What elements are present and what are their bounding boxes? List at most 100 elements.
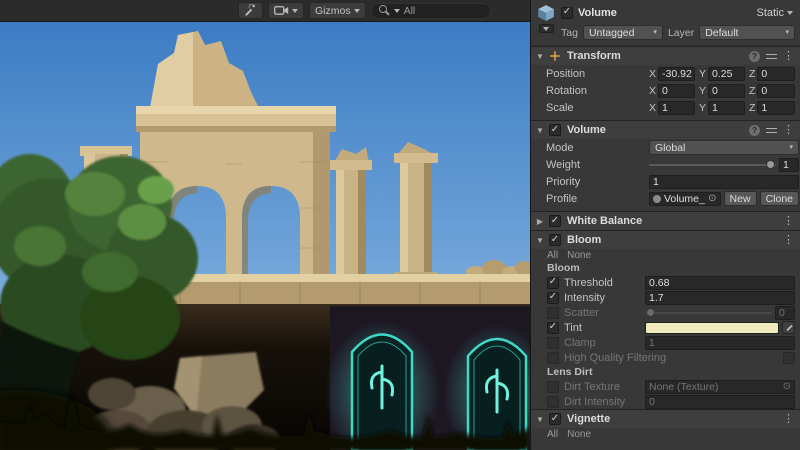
threshold-row: ✓ Threshold 0.68 bbox=[531, 275, 800, 290]
gameobject-header: ✓ Volume Static Tag Untagged ▾ Layer bbox=[531, 0, 800, 46]
kebab-menu-icon[interactable]: ⋮ bbox=[783, 414, 794, 425]
scale-z-field[interactable]: 1 bbox=[757, 101, 795, 115]
search-icon bbox=[379, 5, 390, 16]
kebab-menu-icon[interactable]: ⋮ bbox=[783, 51, 794, 62]
hqf-override-checkbox[interactable] bbox=[547, 352, 559, 364]
search-value: All bbox=[404, 5, 416, 17]
dropdown-arrow-icon bbox=[543, 27, 549, 31]
scatter-override-checkbox[interactable] bbox=[547, 307, 559, 319]
transform-row-rotation: Rotation X0 Y0 Z0 bbox=[531, 82, 800, 99]
position-x-field[interactable]: -30.92 bbox=[658, 67, 695, 81]
help-icon[interactable]: ? bbox=[749, 51, 760, 62]
bloom-section-label: Bloom bbox=[531, 261, 800, 275]
tools-button[interactable] bbox=[238, 2, 263, 19]
bloom-header[interactable]: ▼ ✓ Bloom ⋮ bbox=[531, 230, 800, 249]
camera-view-button[interactable] bbox=[268, 2, 304, 19]
rotation-y-field[interactable]: 0 bbox=[708, 84, 745, 98]
transform-header[interactable]: ▼ Transform ? ⋮ bbox=[531, 46, 800, 65]
dropdown-arrow-icon bbox=[354, 9, 360, 13]
object-picker-icon[interactable]: ⊙ bbox=[708, 194, 716, 204]
bloom-allnone: All None bbox=[531, 249, 800, 261]
hqf-value-checkbox bbox=[783, 352, 795, 364]
foldout-open-icon[interactable]: ▼ bbox=[535, 126, 545, 135]
gizmos-dropdown[interactable]: Gizmos bbox=[309, 2, 366, 19]
weight-field[interactable]: 1 bbox=[779, 158, 799, 172]
dirt-texture-override-checkbox[interactable] bbox=[547, 381, 559, 393]
foldout-open-icon[interactable]: ▼ bbox=[535, 415, 545, 424]
tint-override-checkbox[interactable]: ✓ bbox=[547, 322, 559, 334]
lens-dirt-section-label: Lens Dirt bbox=[531, 365, 800, 379]
eyedropper-icon[interactable] bbox=[782, 321, 795, 334]
clone-button[interactable]: Clone bbox=[760, 191, 799, 206]
new-button[interactable]: New bbox=[724, 191, 757, 206]
mode-row: Mode Global ▾ bbox=[531, 139, 800, 156]
scale-x-field[interactable]: 1 bbox=[658, 101, 695, 115]
kebab-menu-icon[interactable]: ⋮ bbox=[783, 235, 794, 246]
intensity-field[interactable]: 1.7 bbox=[645, 291, 795, 305]
transform-row-scale: Scale X1 Y1 Z1 bbox=[531, 99, 800, 116]
rotation-z-field[interactable]: 0 bbox=[757, 84, 795, 98]
rotation-x-field[interactable]: 0 bbox=[658, 84, 695, 98]
volume-enabled-checkbox[interactable]: ✓ bbox=[549, 124, 561, 136]
volume-component-header[interactable]: ▼ ✓ Volume ? ⋮ bbox=[531, 120, 800, 139]
scene-search-field[interactable]: All bbox=[371, 3, 491, 19]
presets-icon[interactable] bbox=[766, 125, 777, 136]
scatter-row: Scatter 0 bbox=[531, 305, 800, 320]
none-button[interactable]: None bbox=[567, 429, 591, 440]
active-checkbox[interactable]: ✓ bbox=[561, 7, 573, 19]
help-icon[interactable]: ? bbox=[749, 125, 760, 136]
icon-select-dropdown[interactable] bbox=[539, 24, 554, 33]
hqf-row: High Quality Filtering bbox=[531, 350, 800, 365]
presets-icon[interactable] bbox=[766, 51, 777, 62]
clamp-override-checkbox[interactable] bbox=[547, 337, 559, 349]
tag-label: Tag bbox=[561, 27, 578, 39]
bloom-checkbox[interactable]: ✓ bbox=[549, 234, 561, 246]
weight-slider[interactable] bbox=[649, 159, 776, 171]
static-dropdown[interactable]: Static bbox=[756, 7, 795, 19]
position-y-field[interactable]: 0.25 bbox=[708, 67, 745, 81]
tint-color-swatch[interactable] bbox=[645, 322, 779, 334]
clamp-row: Clamp 1 bbox=[531, 335, 800, 350]
position-z-field[interactable]: 0 bbox=[757, 67, 795, 81]
dirt-texture-row: Dirt Texture None (Texture) ⊙ bbox=[531, 379, 800, 394]
profile-object-field[interactable]: Volume_Gl ⊙ bbox=[649, 192, 721, 206]
unity-editor: Gizmos All bbox=[0, 0, 800, 450]
priority-field[interactable]: 1 bbox=[649, 175, 799, 189]
vignette-header[interactable]: ▼ ✓ Vignette ⋮ bbox=[531, 409, 800, 428]
all-button[interactable]: All bbox=[547, 250, 558, 261]
scatter-field: 0 bbox=[775, 306, 795, 320]
profile-row: Profile Volume_Gl ⊙ New Clone bbox=[531, 190, 800, 207]
scene-render[interactable] bbox=[0, 22, 530, 450]
dirt-intensity-field: 0 bbox=[645, 395, 795, 409]
threshold-override-checkbox[interactable]: ✓ bbox=[547, 277, 559, 289]
scatter-slider bbox=[645, 307, 772, 319]
gizmos-label: Gizmos bbox=[315, 5, 351, 17]
transform-icon bbox=[549, 50, 561, 62]
profile-asset-icon bbox=[653, 195, 661, 203]
scale-y-field[interactable]: 1 bbox=[708, 101, 745, 115]
threshold-field[interactable]: 0.68 bbox=[645, 276, 795, 290]
intensity-override-checkbox[interactable]: ✓ bbox=[547, 292, 559, 304]
kebab-menu-icon[interactable]: ⋮ bbox=[783, 216, 794, 227]
vignette-checkbox[interactable]: ✓ bbox=[549, 413, 561, 425]
all-button[interactable]: All bbox=[547, 429, 558, 440]
dirt-texture-object-field: None (Texture) ⊙ bbox=[645, 380, 795, 394]
foldout-closed-icon[interactable]: ▶ bbox=[535, 217, 545, 226]
search-filter-arrow-icon bbox=[394, 9, 400, 13]
foldout-open-icon[interactable]: ▼ bbox=[535, 52, 545, 61]
mode-dropdown[interactable]: Global ▾ bbox=[649, 140, 799, 155]
foldout-open-icon[interactable]: ▼ bbox=[535, 236, 545, 245]
layer-dropdown[interactable]: Default ▾ bbox=[699, 25, 795, 40]
gameobject-name[interactable]: Volume bbox=[578, 7, 751, 19]
scene-view[interactable]: Gizmos All bbox=[0, 0, 530, 450]
none-button[interactable]: None bbox=[567, 250, 591, 261]
white-balance-checkbox[interactable]: ✓ bbox=[549, 215, 561, 227]
intensity-row: ✓ Intensity 1.7 bbox=[531, 290, 800, 305]
slider-handle[interactable] bbox=[766, 160, 775, 169]
dirt-intensity-override-checkbox[interactable] bbox=[547, 396, 559, 408]
kebab-menu-icon[interactable]: ⋮ bbox=[783, 125, 794, 136]
dropdown-arrow-icon bbox=[292, 9, 298, 13]
tag-dropdown[interactable]: Untagged ▾ bbox=[583, 25, 663, 40]
white-balance-header[interactable]: ▶ ✓ White Balance ⋮ bbox=[531, 211, 800, 230]
object-picker-icon: ⊙ bbox=[783, 382, 791, 392]
